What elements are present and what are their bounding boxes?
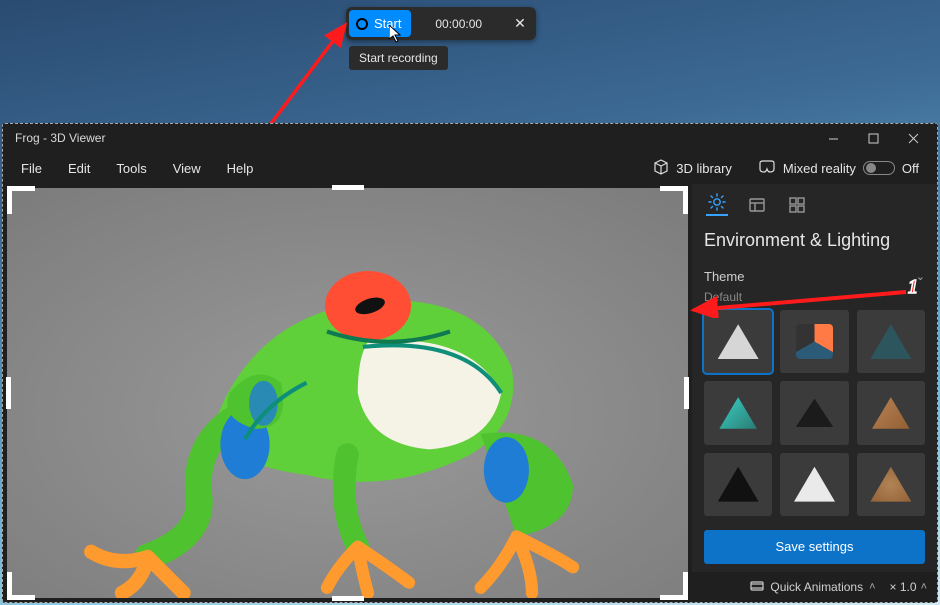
menu-help[interactable]: Help bbox=[215, 155, 266, 182]
chevron-up-icon: ˄ bbox=[869, 581, 875, 593]
panel-title: Environment & Lighting bbox=[704, 230, 925, 251]
tab-lighting[interactable] bbox=[706, 194, 728, 216]
mixed-reality-state: Off bbox=[902, 161, 919, 176]
crop-handle-tl[interactable] bbox=[7, 186, 35, 214]
crop-handle-bottom[interactable] bbox=[332, 596, 364, 601]
save-settings-label: Save settings bbox=[775, 539, 853, 554]
save-settings-button[interactable]: Save settings bbox=[704, 530, 925, 564]
cube-icon bbox=[653, 159, 669, 178]
app-body: Environment & Lighting Theme ⌄ Default S… bbox=[3, 184, 937, 602]
theme-thumb-7[interactable] bbox=[704, 453, 772, 516]
annotation-number-1: 1 bbox=[908, 276, 918, 299]
theme-selected-value: Default bbox=[704, 290, 925, 304]
theme-thumb-9[interactable] bbox=[857, 453, 925, 516]
menu-file[interactable]: File bbox=[9, 155, 54, 182]
theme-thumb-2[interactable] bbox=[780, 310, 848, 373]
panel-tabs bbox=[704, 190, 925, 224]
tab-grid[interactable] bbox=[786, 194, 808, 216]
close-button[interactable] bbox=[893, 124, 933, 152]
mixed-reality-icon bbox=[758, 160, 776, 177]
menu-tools[interactable]: Tools bbox=[104, 155, 158, 182]
theme-label: Theme bbox=[704, 269, 744, 284]
timer-display: 00:00:00 bbox=[411, 17, 506, 31]
app-window: Frog - 3D Viewer File Edit Tools View He… bbox=[2, 123, 938, 603]
minimize-button[interactable] bbox=[813, 124, 853, 152]
crop-handle-right[interactable] bbox=[684, 377, 689, 409]
theme-thumbnails bbox=[704, 310, 925, 516]
crop-handle-tr[interactable] bbox=[660, 186, 688, 214]
mixed-reality-toggle[interactable] bbox=[863, 161, 895, 175]
titlebar: Frog - 3D Viewer bbox=[3, 124, 937, 152]
theme-thumb-5[interactable] bbox=[780, 381, 848, 444]
viewport-wrap bbox=[3, 184, 692, 602]
crop-handle-left[interactable] bbox=[6, 377, 11, 409]
crop-handle-top[interactable] bbox=[332, 185, 364, 190]
animation-icon bbox=[750, 579, 764, 596]
menubar: File Edit Tools View Help 3D library Mix… bbox=[3, 152, 937, 184]
window-title: Frog - 3D Viewer bbox=[7, 131, 813, 145]
menu-view[interactable]: View bbox=[161, 155, 213, 182]
theme-thumb-3[interactable] bbox=[857, 310, 925, 373]
quick-animations-label: Quick Animations bbox=[770, 580, 863, 594]
tab-stats[interactable] bbox=[746, 194, 768, 216]
record-icon bbox=[356, 18, 368, 30]
theme-thumb-6[interactable] bbox=[857, 381, 925, 444]
theme-dropdown[interactable]: Theme ⌄ bbox=[704, 265, 925, 290]
maximize-button[interactable] bbox=[853, 124, 893, 152]
3d-viewport[interactable] bbox=[7, 188, 688, 598]
start-recording-button[interactable]: Start bbox=[349, 10, 411, 37]
speed-label: × 1.0 bbox=[890, 580, 917, 594]
environment-panel: Environment & Lighting Theme ⌄ Default S… bbox=[692, 184, 937, 602]
mixed-reality-label: Mixed reality bbox=[783, 161, 856, 176]
crop-handle-br[interactable] bbox=[660, 572, 688, 600]
menu-edit[interactable]: Edit bbox=[56, 155, 102, 182]
theme-thumb-4[interactable] bbox=[704, 381, 772, 444]
theme-thumb-8[interactable] bbox=[780, 453, 848, 516]
3d-library-button[interactable]: 3D library bbox=[641, 153, 744, 184]
capture-toolbar: Start 00:00:00 ✕ bbox=[346, 7, 536, 40]
frog-model bbox=[7, 188, 688, 598]
speed-control[interactable]: × 1.0 ˄ bbox=[890, 580, 927, 594]
crop-handle-bl[interactable] bbox=[7, 572, 35, 600]
mixed-reality-control[interactable]: Mixed reality Off bbox=[746, 154, 931, 183]
start-tooltip: Start recording bbox=[349, 46, 448, 70]
3d-library-label: 3D library bbox=[676, 161, 732, 176]
close-capture-button[interactable]: ✕ bbox=[506, 10, 534, 38]
quick-animations-button[interactable]: Quick Animations ˄ bbox=[750, 579, 875, 596]
chevron-up-icon-2: ˄ bbox=[921, 581, 927, 593]
theme-thumb-1[interactable] bbox=[704, 310, 772, 373]
bottom-bar: Quick Animations ˄ × 1.0 ˄ bbox=[692, 572, 937, 602]
